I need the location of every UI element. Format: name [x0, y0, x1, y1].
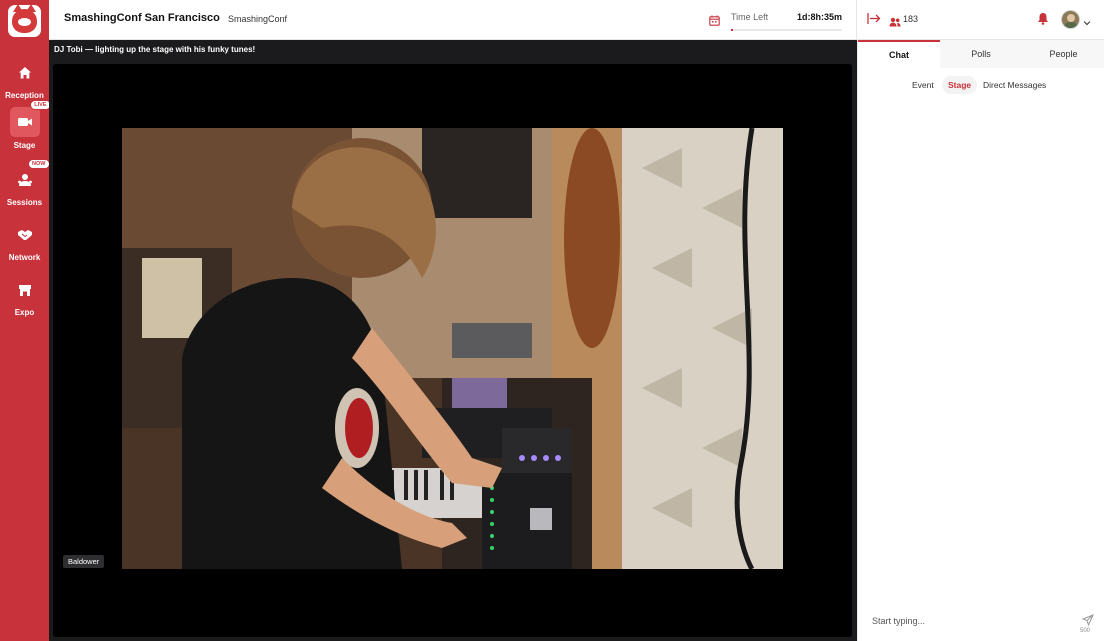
chat-subtabs: Event Stage Direct Messages: [858, 76, 1104, 94]
calendar-icon: [709, 13, 720, 31]
camera-icon: LIVE: [9, 100, 51, 137]
speaker-tag: Baldower: [63, 555, 105, 568]
sidebar-item-label: Expo: [14, 308, 35, 317]
sidebar-item-label: Reception: [5, 91, 44, 100]
sidebar-item-label: Network: [8, 253, 41, 262]
handshake-icon: [11, 221, 39, 249]
video-player[interactable]: Baldower: [53, 64, 852, 637]
live-badge: LIVE: [30, 100, 51, 110]
sidebar-item-network[interactable]: Network: [0, 221, 49, 262]
side-panel: Chat Polls People Event Stage Direct Mes…: [857, 40, 1104, 641]
tab-polls[interactable]: Polls: [940, 40, 1022, 68]
exit-icon[interactable]: [867, 12, 881, 30]
char-limit: 500: [1080, 628, 1091, 634]
panel-tabs: Chat Polls People: [858, 40, 1104, 68]
time-left-label: Time Left: [731, 12, 769, 22]
time-progress-bar: [731, 29, 842, 31]
stage-area: DJ Tobi — lighting up the stage with his…: [49, 40, 857, 641]
event-subtitle: SmashingConf: [228, 14, 288, 24]
sidebar-item-sessions[interactable]: NOW Sessions: [0, 159, 50, 207]
sidebar: Reception LIVE Stage NOW Sessions Networ…: [0, 0, 51, 641]
tab-people[interactable]: People: [1022, 40, 1104, 68]
sessions-icon: NOW: [11, 159, 50, 194]
booth-icon: [11, 276, 39, 304]
event-title: SmashingConf San Francisco: [64, 12, 220, 24]
sidebar-item-expo[interactable]: Expo: [0, 276, 49, 317]
subtab-event[interactable]: Event: [912, 76, 934, 94]
tab-chat[interactable]: Chat: [858, 40, 940, 68]
chevron-down-icon[interactable]: [1083, 14, 1091, 32]
header-divider: [856, 0, 857, 40]
home-icon: [11, 59, 39, 87]
subtab-stage[interactable]: Stage: [942, 76, 978, 94]
cat-logo-icon: [12, 4, 37, 33]
video-frame[interactable]: [122, 128, 783, 569]
avatar[interactable]: [1061, 10, 1080, 29]
sidebar-item-stage[interactable]: LIVE Stage: [0, 100, 51, 150]
now-badge: NOW: [28, 159, 50, 169]
sidebar-item-label: Sessions: [6, 198, 43, 207]
app-logo[interactable]: [8, 4, 41, 37]
people-icon: [889, 14, 901, 32]
time-progress-fill: [731, 29, 734, 31]
top-header: SmashingConf San Francisco SmashingConf …: [49, 0, 1104, 40]
sidebar-item-label: Stage: [13, 141, 36, 150]
stage-title: DJ Tobi — lighting up the stage with his…: [54, 45, 256, 54]
subtab-direct-messages[interactable]: Direct Messages: [983, 76, 1046, 94]
sidebar-item-reception[interactable]: Reception: [0, 59, 49, 100]
attendee-count: 183: [903, 14, 919, 24]
time-left-value: 1d:8h:35m: [797, 12, 843, 22]
chat-input[interactable]: [872, 616, 1052, 626]
bell-icon[interactable]: [1037, 12, 1049, 30]
